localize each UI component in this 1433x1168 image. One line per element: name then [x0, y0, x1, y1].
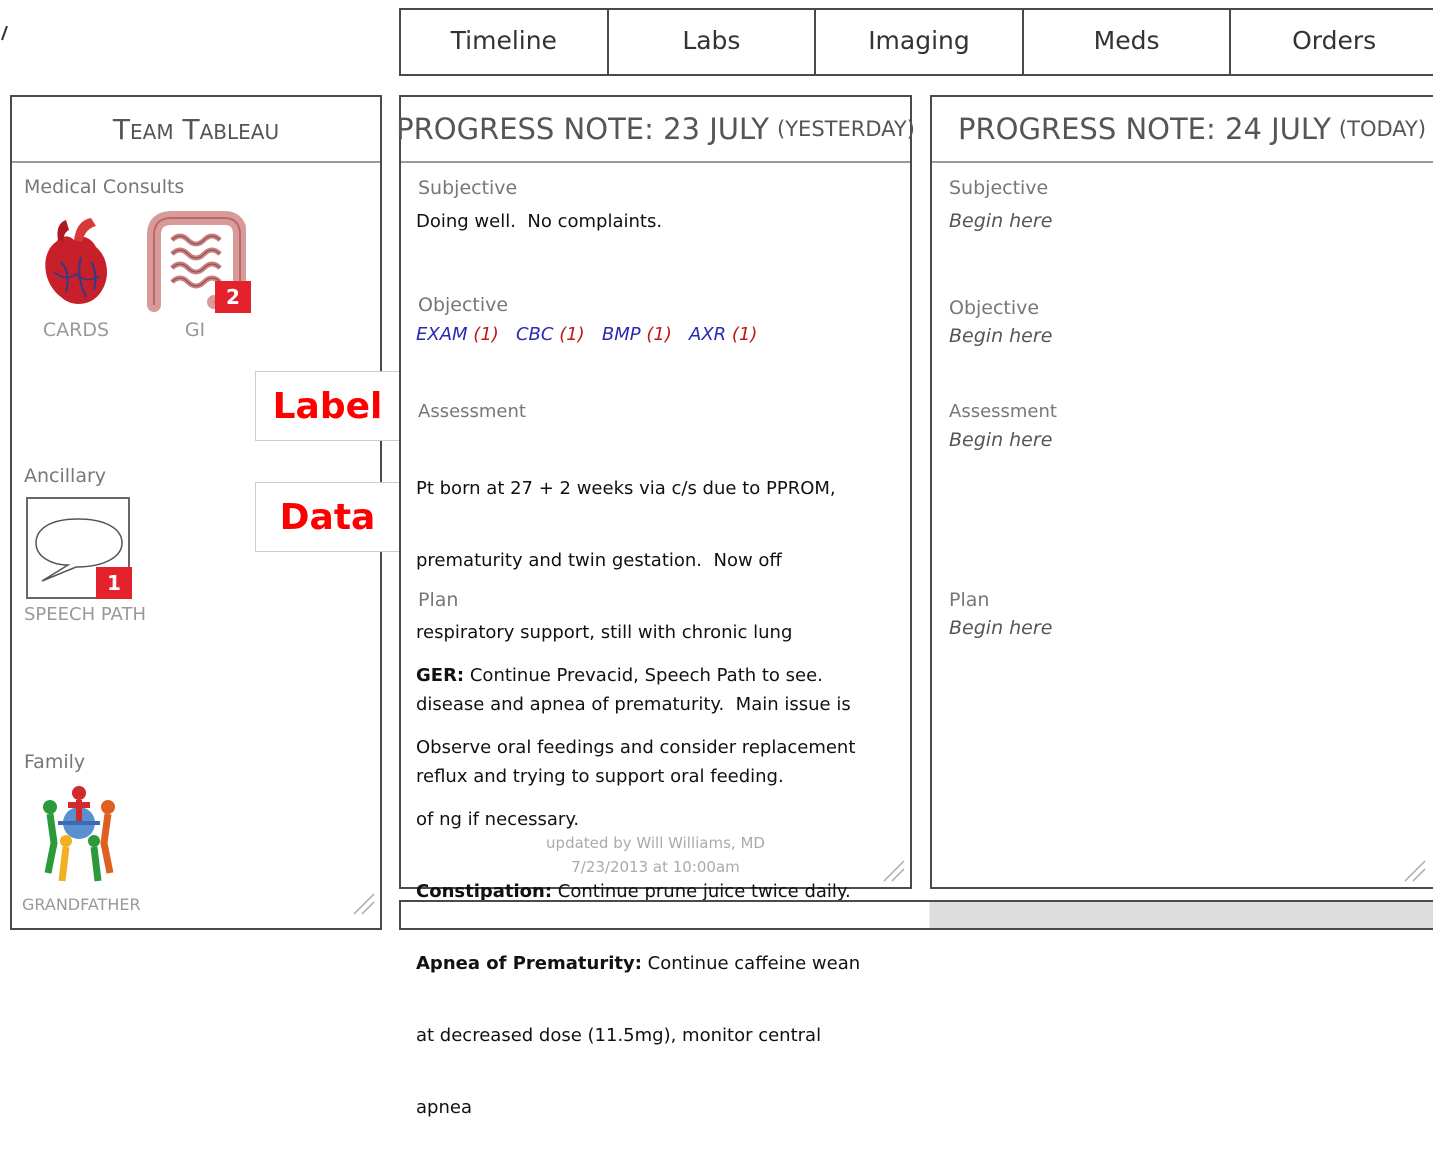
speech-path-label: SPEECH PATH [24, 604, 147, 625]
tab-imaging[interactable]: Imaging [816, 10, 1024, 74]
progress-note-today: PROGRESS NOTE: 24 JULY (TODAY) Subjectiv… [930, 95, 1433, 889]
tab-orders[interactable]: Orders [1231, 10, 1433, 74]
tab-timeline[interactable]: Timeline [401, 10, 609, 74]
gi-badge: 2 [215, 281, 251, 313]
label-callout: Label [255, 371, 400, 441]
today-assessment-input[interactable]: Begin here [949, 429, 1052, 451]
data-callout: Data [255, 482, 400, 552]
cbc-link[interactable]: CBC (1) [516, 324, 585, 345]
plan-label: Plan [418, 589, 459, 611]
today-objective-label: Objective [949, 297, 1040, 319]
objective-links: EXAM (1) CBC (1) BMP (1) AXR (1) [416, 323, 757, 347]
exam-link[interactable]: EXAM (1) [416, 324, 499, 345]
family-icon[interactable] [38, 783, 120, 883]
subjective-text: Doing well. No complaints. [416, 211, 663, 232]
tab-meds[interactable]: Meds [1024, 10, 1232, 74]
progress-note-yesterday: PROGRESS NOTE: 23 JULY (YESTERDAY) Subje… [396, 95, 915, 1118]
tab-labs[interactable]: Labs [609, 10, 817, 74]
gi-label: GI [184, 319, 206, 341]
grandfather-label: GRANDFATHER [22, 895, 141, 914]
today-plan-label: Plan [949, 589, 990, 611]
axr-link[interactable]: AXR (1) [689, 324, 757, 345]
note-yesterday-title: PROGRESS NOTE: 23 JULY (YESTERDAY) [396, 97, 915, 163]
heart-icon[interactable] [36, 212, 116, 312]
resize-handle-icon[interactable] [348, 888, 376, 916]
tab-bar: Timeline Labs Imaging Meds Orders [399, 8, 1433, 76]
speech-path-badge: 1 [96, 567, 132, 599]
cards-label: CARDS [42, 319, 110, 341]
note-today-title: PROGRESS NOTE: 24 JULY (TODAY) [932, 97, 1433, 163]
today-assessment-label: Assessment [949, 401, 1057, 422]
plan-text: GER: Continue Prevacid, Speech Path to s… [416, 665, 861, 1118]
resize-handle-icon[interactable] [878, 855, 906, 883]
bmp-link[interactable]: BMP (1) [602, 324, 672, 345]
updated-at: 7/23/2013 at 10:00am [571, 858, 740, 876]
medical-consults-heading: Medical Consults [24, 176, 185, 198]
subjective-label: Subjective [418, 177, 518, 199]
resize-handle-icon[interactable] [1399, 855, 1427, 883]
corner-mark [0, 25, 8, 42]
assessment-label: Assessment [418, 401, 526, 422]
today-objective-input[interactable]: Begin here [949, 325, 1052, 347]
family-heading: Family [24, 751, 86, 773]
today-subjective-label: Subjective [949, 177, 1049, 199]
team-tableau-title: Team Tableau [12, 97, 380, 163]
bottom-panel [399, 900, 1433, 930]
today-plan-input[interactable]: Begin here [949, 617, 1052, 639]
updated-by: updated by Will Williams, MD [546, 834, 765, 852]
objective-label: Objective [418, 294, 509, 316]
today-subjective-input[interactable]: Begin here [949, 210, 1052, 232]
ancillary-heading: Ancillary [24, 465, 107, 487]
